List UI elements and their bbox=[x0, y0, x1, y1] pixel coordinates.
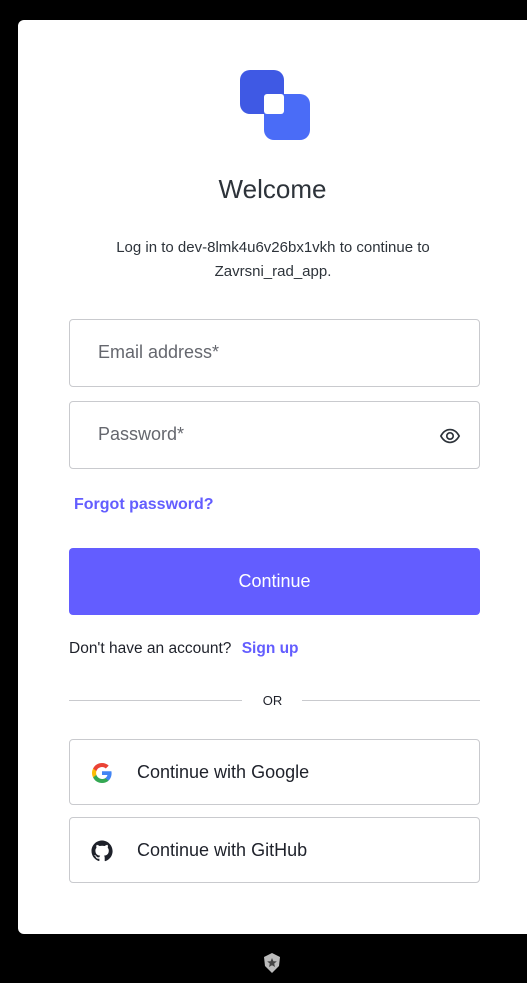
google-button-label: Continue with Google bbox=[137, 762, 310, 782]
divider-line-right bbox=[302, 700, 480, 701]
eye-icon[interactable] bbox=[439, 425, 461, 447]
github-button-label: Continue with GitHub bbox=[137, 840, 308, 860]
email-field[interactable]: Email address* bbox=[69, 319, 480, 387]
continue-with-google-button[interactable]: Continue with Google bbox=[69, 739, 480, 805]
continue-with-github-button[interactable]: Continue with GitHub bbox=[69, 817, 480, 883]
auth0-badge-icon bbox=[264, 953, 280, 973]
signup-row: Don't have an account? Sign up bbox=[69, 640, 299, 658]
continue-button[interactable]: Continue bbox=[69, 548, 480, 615]
brand-logo-icon bbox=[240, 70, 310, 140]
login-card: Welcome Log in to dev-8lmk4u6v26bx1vkh t… bbox=[18, 20, 527, 934]
github-icon bbox=[91, 840, 113, 862]
forgot-password-link[interactable]: Forgot password? bbox=[74, 496, 214, 514]
signup-prompt: Don't have an account? bbox=[69, 640, 232, 657]
signup-link[interactable]: Sign up bbox=[242, 640, 299, 657]
page-subtitle: Log in to dev-8lmk4u6v26bx1vkh to contin… bbox=[116, 239, 430, 280]
google-icon bbox=[92, 763, 112, 783]
password-field[interactable]: Password* bbox=[69, 401, 480, 469]
page-title: Welcome bbox=[218, 174, 327, 204]
